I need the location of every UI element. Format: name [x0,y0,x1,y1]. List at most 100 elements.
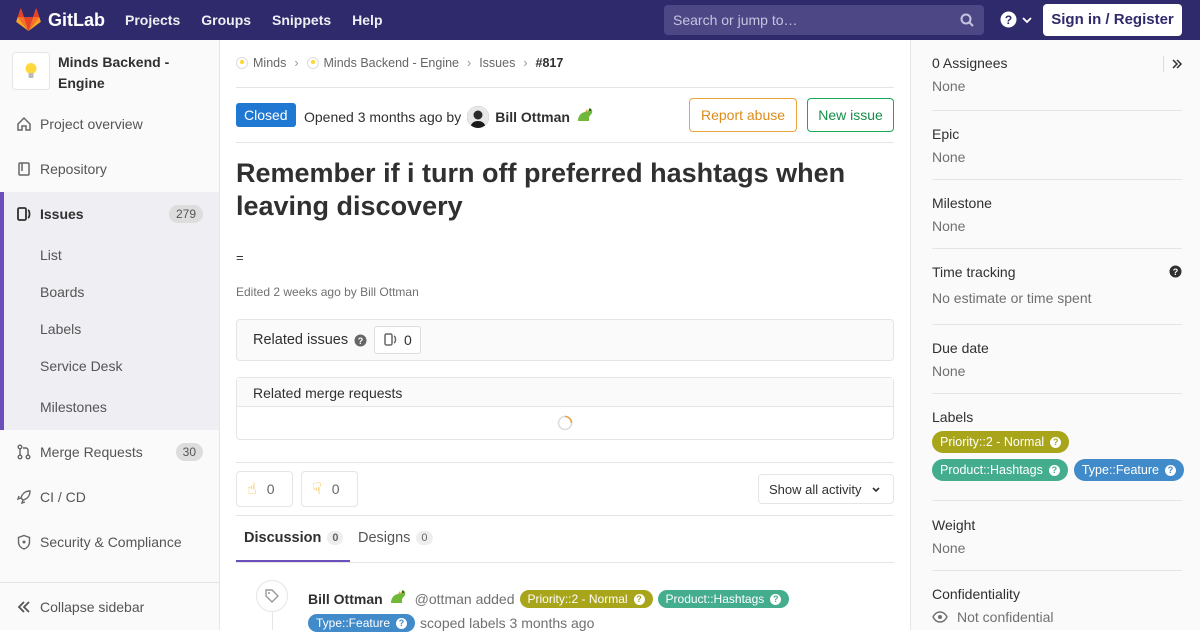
tab-count: 0 [327,531,344,545]
sidebar-item-security[interactable]: Security & Compliance [0,520,219,564]
related-mrs-title: Related merge requests [237,378,893,407]
assignees-section: 0 Assignees None [932,55,1182,94]
breadcrumb-project[interactable]: Minds Backend - Engine [306,56,460,70]
shield-icon [16,534,32,550]
label-text: Type::Feature [316,616,391,630]
report-abuse-button[interactable]: Report abuse [689,98,797,132]
label-product[interactable]: Product::Hashtags? [657,590,790,608]
related-issues-count: 0 [404,332,412,348]
due-date-title: Due date [932,340,989,356]
thumbs-up-button[interactable]: ☝ 0 [236,471,293,507]
question-icon[interactable]: ? [1169,265,1182,278]
search-input[interactable]: Search or jump to… [664,5,984,35]
label-priority[interactable]: Priority::2 - Normal? [932,431,1070,453]
sidebar-subitem-labels[interactable]: Labels [4,310,219,347]
sidebar-subitem-service-desk[interactable]: Service Desk [4,347,219,384]
nav-help[interactable]: Help [352,12,382,28]
question-icon: ? [396,617,408,629]
search-icon [960,13,974,27]
sign-in-button[interactable]: Sign in / Register [1043,4,1182,36]
project-header[interactable]: Minds Backend - Engine [12,52,198,94]
author-name[interactable]: Bill Ottman [495,109,570,125]
divider [236,87,894,88]
nav-groups[interactable]: Groups [201,12,251,28]
gitlab-logo[interactable]: GitLab [16,8,105,32]
breadcrumb-separator: › [294,56,299,70]
nav-projects[interactable]: Projects [125,12,180,28]
assignees-value: None [932,78,966,94]
activity-note-line2: Type::Feature? scoped labels 3 months ag… [308,614,594,632]
rocket-icon [16,489,32,505]
due-date-value: None [932,363,966,379]
nav-snippets[interactable]: Snippets [272,12,331,28]
labels-section: Labels Priority::2 - Normal? Product::Ha… [932,409,1184,481]
epic-section: Epic None [932,126,1182,165]
help-dropdown[interactable]: ? [1000,11,1033,28]
label-product[interactable]: Product::Hashtags? [932,459,1068,481]
tab-discussion[interactable]: Discussion 0 [244,530,344,546]
edited-note: Edited 2 weeks ago by Bill Ottman [236,285,419,299]
show-activity-dropdown[interactable]: Show all activity [758,474,894,504]
breadcrumb: Minds › Minds Backend - Engine › Issues … [236,56,563,70]
thumbs-down-count: 0 [331,481,340,497]
breadcrumb-issues[interactable]: Issues [479,56,515,70]
minds-avatar-icon [236,57,248,69]
question-icon: ? [770,593,782,605]
question-icon: ? [633,593,645,605]
avatar[interactable] [467,106,490,128]
double-chevron-left-icon [17,600,30,613]
label-text: Product::Hashtags [665,592,765,606]
label-priority[interactable]: Priority::2 - Normal? [519,590,653,608]
activity-suffix: scoped labels 3 months ago [420,615,595,631]
sidebar-item-merge-requests[interactable]: Merge Requests 30 [0,430,219,474]
sidebar-item-label: Security & Compliance [40,534,182,550]
label-type[interactable]: Type::Feature? [1073,459,1184,481]
tab-label: Designs [358,530,411,546]
double-chevron-right-icon[interactable] [1171,58,1183,70]
divider [932,110,1182,111]
tab-designs[interactable]: Designs 0 [358,530,433,546]
label-type[interactable]: Type::Feature? [308,614,416,632]
sidebar-subitem-milestones[interactable]: Milestones [4,384,219,430]
status-badge: Closed [236,103,296,127]
breadcrumb-minds[interactable]: Minds [236,56,286,70]
breadcrumb-issue-id[interactable]: #817 [536,56,564,70]
sidebar-item-repository[interactable]: Repository [0,147,219,191]
new-issue-button[interactable]: New issue [807,98,894,132]
label-text: Priority::2 - Normal [940,435,1045,449]
chevron-down-icon [1022,16,1032,23]
divider [932,393,1182,394]
confidentiality-title: Confidentiality [932,586,1020,602]
question-icon: ? [1048,464,1060,476]
sidebar-subitem-list[interactable]: List [4,236,219,273]
sidebar-item-issues[interactable]: Issues 279 [0,192,219,236]
time-tracking-value: No estimate or time spent [932,290,1092,306]
thumbs-down-button[interactable]: ☟ 0 [301,471,358,507]
brand-name: GitLab [48,9,105,30]
dinosaur-emoji-icon [577,108,593,121]
question-icon[interactable]: ? [354,334,367,347]
eye-icon [932,611,948,623]
top-navbar: GitLab Projects Groups Snippets Help Sea… [0,0,1200,40]
thumbs-up-count: 0 [266,481,275,497]
collapse-sidebar-button[interactable]: Collapse sidebar [0,582,219,630]
breadcrumb-label: Minds Backend - Engine [323,56,460,70]
sidebar-item-project-overview[interactable]: Project overview [0,102,219,146]
divider [1163,56,1164,72]
divider [932,570,1182,571]
divider [932,248,1182,249]
issues-icon [384,333,397,346]
activity-author[interactable]: Bill Ottman [308,591,383,607]
weight-section: Weight None [932,517,1182,556]
sidebar-item-ci-cd[interactable]: CI / CD [0,475,219,519]
active-indicator [0,192,4,430]
due-date-section: Due date None [932,340,1182,379]
milestone-value: None [932,218,966,234]
weight-value: None [932,540,966,556]
epic-value: None [932,149,966,165]
related-issues-count-badge[interactable]: 0 [374,326,421,354]
sidebar-subitem-boards[interactable]: Boards [4,273,219,310]
top-nav: Projects Groups Snippets Help [125,12,404,28]
tab-count: 0 [416,531,433,545]
question-icon: ? [1000,11,1017,28]
